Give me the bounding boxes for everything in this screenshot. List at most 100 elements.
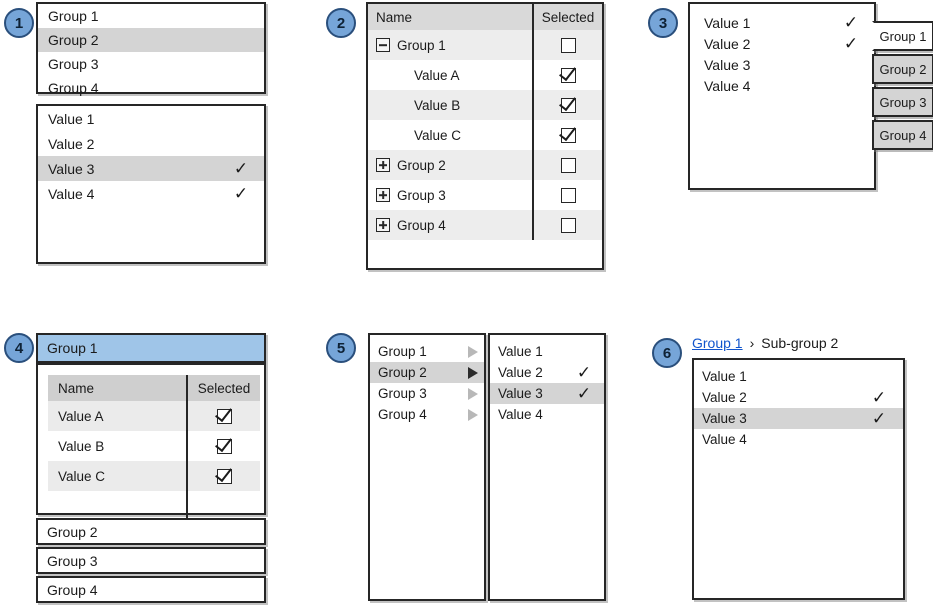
vertical-tab-group-4[interactable]: Group 4 bbox=[872, 120, 933, 150]
list-item[interactable]: Group 3 bbox=[370, 383, 484, 404]
row-label: Group 4 bbox=[397, 217, 446, 233]
panel4-table[interactable]: Name Selected Value A Value B Value C bbox=[48, 375, 260, 519]
row-label: Group 2 bbox=[397, 157, 446, 173]
list-item[interactable]: Value 4 bbox=[690, 75, 874, 96]
selected-cell[interactable] bbox=[186, 461, 260, 491]
list-item[interactable]: Value 2 ✓ bbox=[490, 362, 604, 383]
list-item[interactable]: Value 2 bbox=[38, 131, 264, 156]
selected-cell[interactable] bbox=[532, 150, 602, 180]
checkmark-icon: ✓ bbox=[233, 159, 249, 178]
table-row[interactable]: Group 4 bbox=[368, 210, 602, 240]
list-item-label: Value 1 bbox=[498, 344, 543, 359]
expand-plus-icon[interactable] bbox=[376, 158, 390, 172]
list-item[interactable]: Group 1 bbox=[38, 4, 264, 28]
list-item[interactable]: Value 2 ✓ bbox=[690, 33, 874, 54]
list-item[interactable]: Group 4 bbox=[38, 76, 264, 100]
selected-cell[interactable] bbox=[186, 401, 260, 431]
list-item[interactable]: Value 1 bbox=[694, 366, 903, 387]
accordion-header-group-4[interactable]: Group 4 bbox=[36, 576, 266, 603]
checkbox-icon[interactable] bbox=[560, 37, 576, 53]
panel3-values-panel[interactable]: Value 1 ✓ Value 2 ✓ Value 3 Value 4 bbox=[688, 2, 876, 190]
selected-cell[interactable] bbox=[186, 431, 260, 461]
list-item-label: Value 1 bbox=[48, 110, 95, 127]
selected-cell[interactable] bbox=[532, 180, 602, 210]
tree-cell-name: Value B bbox=[368, 98, 532, 113]
checkbox-checked-icon[interactable] bbox=[560, 97, 576, 113]
selected-cell[interactable] bbox=[532, 30, 602, 60]
list-item-label: Value 4 bbox=[704, 77, 751, 94]
list-item[interactable]: Value 1 bbox=[38, 106, 264, 131]
expand-plus-icon[interactable] bbox=[376, 218, 390, 232]
accordion-header-group-3[interactable]: Group 3 bbox=[36, 547, 266, 574]
table-row[interactable]: Group 3 bbox=[368, 180, 602, 210]
list-item[interactable]: Group 2 bbox=[370, 362, 484, 383]
selected-cell[interactable] bbox=[532, 90, 602, 120]
table-row[interactable]: Value B bbox=[48, 431, 260, 461]
list-item[interactable]: Value 1 ✓ bbox=[690, 12, 874, 33]
table-row[interactable]: Value A bbox=[48, 401, 260, 431]
selected-cell[interactable] bbox=[532, 210, 602, 240]
chevron-right-icon bbox=[468, 366, 478, 379]
list-item[interactable]: Group 3 bbox=[38, 52, 264, 76]
marker-6: 6 bbox=[652, 338, 682, 368]
panel2-tree-table[interactable]: Name Selected Group 1 Value A Value B Va… bbox=[366, 2, 604, 270]
table-row[interactable]: Group 2 bbox=[368, 150, 602, 180]
list-item[interactable]: Value 1 bbox=[490, 341, 604, 362]
panel5-groups-column[interactable]: Group 1 Group 2 Group 3 Group 4 bbox=[368, 333, 486, 601]
table-row[interactable]: Group 1 bbox=[368, 30, 602, 60]
list-item-label: Value 2 bbox=[498, 365, 543, 380]
panel6-values-listbox[interactable]: Value 1 Value 2 ✓ Value 3 ✓ Value 4 bbox=[692, 358, 905, 600]
list-item[interactable]: Value 4 ✓ bbox=[38, 181, 264, 206]
table-row[interactable]: Value C bbox=[368, 120, 602, 150]
list-item-label: Group 4 bbox=[378, 407, 427, 422]
tab-label: Group 1 bbox=[879, 28, 927, 44]
accordion-header-group-1[interactable]: Group 1 bbox=[36, 333, 266, 363]
row-label: Value C bbox=[414, 127, 462, 143]
marker-5: 5 bbox=[326, 333, 356, 363]
checkbox-icon[interactable] bbox=[560, 157, 576, 173]
collapse-minus-icon[interactable] bbox=[376, 38, 390, 52]
list-item[interactable]: Value 4 bbox=[490, 404, 604, 425]
checkbox-checked-icon[interactable] bbox=[560, 67, 576, 83]
table-header-row: Name Selected bbox=[48, 375, 260, 401]
vertical-tab-group-3[interactable]: Group 3 bbox=[872, 87, 933, 117]
expand-plus-icon[interactable] bbox=[376, 188, 390, 202]
table-empty-area bbox=[48, 491, 260, 519]
list-item-label: Value 2 bbox=[48, 135, 95, 152]
checkbox-checked-icon[interactable] bbox=[560, 127, 576, 143]
selected-cell[interactable] bbox=[532, 60, 602, 90]
panel5-values-column[interactable]: Value 1 Value 2 ✓ Value 3 ✓ Value 4 bbox=[488, 333, 606, 601]
list-item[interactable]: Value 2 ✓ bbox=[694, 387, 903, 408]
list-item[interactable]: Value 3 ✓ bbox=[38, 156, 264, 181]
table-row[interactable]: Value B bbox=[368, 90, 602, 120]
list-item-label: Value 3 bbox=[702, 411, 747, 426]
list-item[interactable]: Value 3 ✓ bbox=[490, 383, 604, 404]
tree-cell-name: Value C bbox=[368, 128, 532, 143]
table-row[interactable]: Value A bbox=[368, 60, 602, 90]
list-item-label: Value 3 bbox=[704, 56, 751, 73]
list-item[interactable]: Value 4 bbox=[694, 429, 903, 450]
list-item[interactable]: Value 3 bbox=[690, 54, 874, 75]
panel1-groups-listbox[interactable]: Group 1 Group 2 Group 3 Group 4 bbox=[36, 2, 266, 96]
tab-label: Group 3 bbox=[879, 94, 927, 110]
list-item-label: Value 4 bbox=[702, 432, 747, 447]
checkbox-checked-icon[interactable] bbox=[216, 468, 232, 484]
checkbox-checked-icon[interactable] bbox=[216, 438, 232, 454]
breadcrumb-link-group-1[interactable]: Group 1 bbox=[692, 335, 743, 351]
checkbox-checked-icon[interactable] bbox=[216, 408, 232, 424]
panel1-values-listbox[interactable]: Value 1 Value 2 Value 3 ✓ Value 4 ✓ bbox=[36, 104, 266, 264]
list-item[interactable]: Group 2 bbox=[38, 28, 264, 52]
checkbox-icon[interactable] bbox=[560, 187, 576, 203]
checkbox-icon[interactable] bbox=[560, 217, 576, 233]
vertical-tab-group-1[interactable]: Group 1 bbox=[872, 21, 933, 51]
checkmark-icon: ✓ bbox=[843, 13, 859, 32]
selected-cell[interactable] bbox=[532, 120, 602, 150]
list-item[interactable]: Group 4 bbox=[370, 404, 484, 425]
vertical-tab-group-2[interactable]: Group 2 bbox=[872, 54, 933, 84]
chevron-right-icon bbox=[468, 408, 478, 421]
accordion-header-group-2[interactable]: Group 2 bbox=[36, 518, 266, 545]
table-row[interactable]: Value C bbox=[48, 461, 260, 491]
list-item[interactable]: Value 3 ✓ bbox=[694, 408, 903, 429]
list-item[interactable]: Group 1 bbox=[370, 341, 484, 362]
list-item-label: Value 1 bbox=[704, 14, 751, 31]
